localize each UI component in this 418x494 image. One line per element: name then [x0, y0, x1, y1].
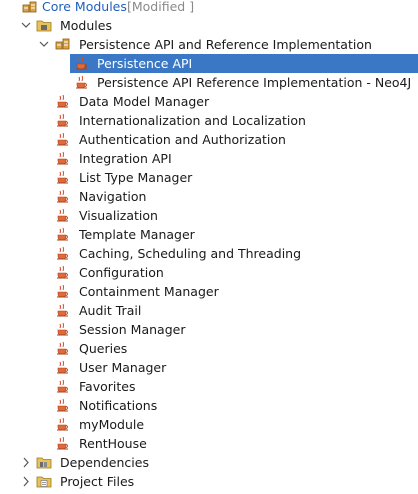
module-label: Authentication and Authorization — [79, 132, 286, 147]
module-label: Session Manager — [79, 322, 186, 337]
chevron-down-icon[interactable] — [38, 35, 50, 54]
tree-node-module[interactable]: Integration API — [0, 149, 418, 168]
java-module-icon — [55, 245, 71, 261]
tree-node-module[interactable]: User Manager — [0, 358, 418, 377]
tree-node-module[interactable]: Containment Manager — [0, 282, 418, 301]
module-label: Favorites — [79, 379, 136, 394]
java-module-icon — [74, 55, 90, 71]
module-label: myModule — [79, 417, 145, 432]
persistence-api-label: Persistence API — [97, 56, 193, 71]
tree-node-persistence-ri-neo4j[interactable]: Persistence API Reference Implementation… — [0, 73, 418, 92]
module-label: Configuration — [79, 265, 164, 280]
tree-node-module[interactable]: Navigation — [0, 187, 418, 206]
project-files-label: Project Files — [60, 474, 135, 489]
dependencies-label: Dependencies — [60, 455, 149, 470]
tree-node-modules[interactable]: Modules — [0, 16, 418, 35]
module-label: Navigation — [79, 189, 147, 204]
java-module-icon — [74, 74, 90, 90]
java-module-icon — [55, 397, 71, 413]
tree-node-module[interactable]: RentHouse — [0, 434, 418, 453]
tree-node-core-modules[interactable]: Core Modules [Modified ] — [0, 0, 418, 16]
tree-node-persistence-api[interactable]: Persistence API — [0, 54, 418, 73]
tree-node-module[interactable]: Queries — [0, 339, 418, 358]
tree-node-module[interactable]: Configuration — [0, 263, 418, 282]
modified-indicator: [Modified ] — [127, 0, 195, 14]
module-label: Notifications — [79, 398, 158, 413]
java-module-icon — [55, 131, 71, 147]
java-module-icon — [55, 302, 71, 318]
project-tree[interactable]: Core Modules [Modified ] Modules Persist… — [0, 0, 418, 494]
project-suite-icon — [22, 0, 38, 15]
module-label: Visualization — [79, 208, 158, 223]
tree-node-dependencies[interactable]: Dependencies — [0, 453, 418, 472]
java-module-icon — [55, 283, 71, 299]
project-files-folder-icon — [36, 473, 52, 489]
tree-node-persistence-group[interactable]: Persistence API and Reference Implementa… — [0, 35, 418, 54]
module-label: Data Model Manager — [79, 94, 210, 109]
chevron-right-icon[interactable] — [20, 453, 32, 472]
java-module-icon — [55, 93, 71, 109]
java-module-icon — [55, 169, 71, 185]
module-label: RentHouse — [79, 436, 147, 451]
tree-node-module[interactable]: Template Manager — [0, 225, 418, 244]
root-label: Core Modules — [42, 0, 127, 14]
tree-node-module[interactable]: Notifications — [0, 396, 418, 415]
module-label: List Type Manager — [79, 170, 193, 185]
tree-node-module[interactable]: myModule — [0, 415, 418, 434]
java-module-icon — [55, 435, 71, 451]
java-module-icon — [55, 226, 71, 242]
tree-node-module[interactable]: List Type Manager — [0, 168, 418, 187]
module-label: Integration API — [79, 151, 172, 166]
module-suite-icon — [55, 36, 71, 52]
chevron-down-icon[interactable] — [20, 16, 32, 35]
module-label: Queries — [79, 341, 128, 356]
tree-node-module[interactable]: Session Manager — [0, 320, 418, 339]
tree-node-module[interactable]: Favorites — [0, 377, 418, 396]
module-label: Template Manager — [79, 227, 195, 242]
java-module-icon — [55, 150, 71, 166]
persistence-group-label: Persistence API and Reference Implementa… — [79, 37, 372, 52]
java-module-icon — [55, 416, 71, 432]
module-label: Containment Manager — [79, 284, 219, 299]
tree-node-module[interactable]: Caching, Scheduling and Threading — [0, 244, 418, 263]
tree-node-module[interactable]: Authentication and Authorization — [0, 130, 418, 149]
module-label: Caching, Scheduling and Threading — [79, 246, 302, 261]
libraries-folder-icon — [36, 454, 52, 470]
tree-node-module[interactable]: Visualization — [0, 206, 418, 225]
tree-node-module[interactable]: Audit Trail — [0, 301, 418, 320]
tree-node-project-files[interactable]: Project Files — [0, 472, 418, 491]
tree-node-module[interactable]: Internationalization and Localization — [0, 111, 418, 130]
module-label: User Manager — [79, 360, 167, 375]
tree-node-module[interactable]: Data Model Manager — [0, 92, 418, 111]
java-module-icon — [55, 264, 71, 280]
java-module-icon — [55, 188, 71, 204]
module-label: Audit Trail — [79, 303, 142, 318]
java-module-icon — [55, 340, 71, 356]
java-module-icon — [55, 359, 71, 375]
java-module-icon — [55, 321, 71, 337]
java-module-icon — [55, 112, 71, 128]
modules-folder-icon — [36, 17, 52, 33]
module-label: Internationalization and Localization — [79, 113, 306, 128]
modules-label: Modules — [60, 18, 112, 33]
persistence-ri-label: Persistence API Reference Implementation… — [97, 75, 412, 90]
java-module-icon — [55, 378, 71, 394]
java-module-icon — [55, 207, 71, 223]
chevron-right-icon[interactable] — [20, 472, 32, 491]
